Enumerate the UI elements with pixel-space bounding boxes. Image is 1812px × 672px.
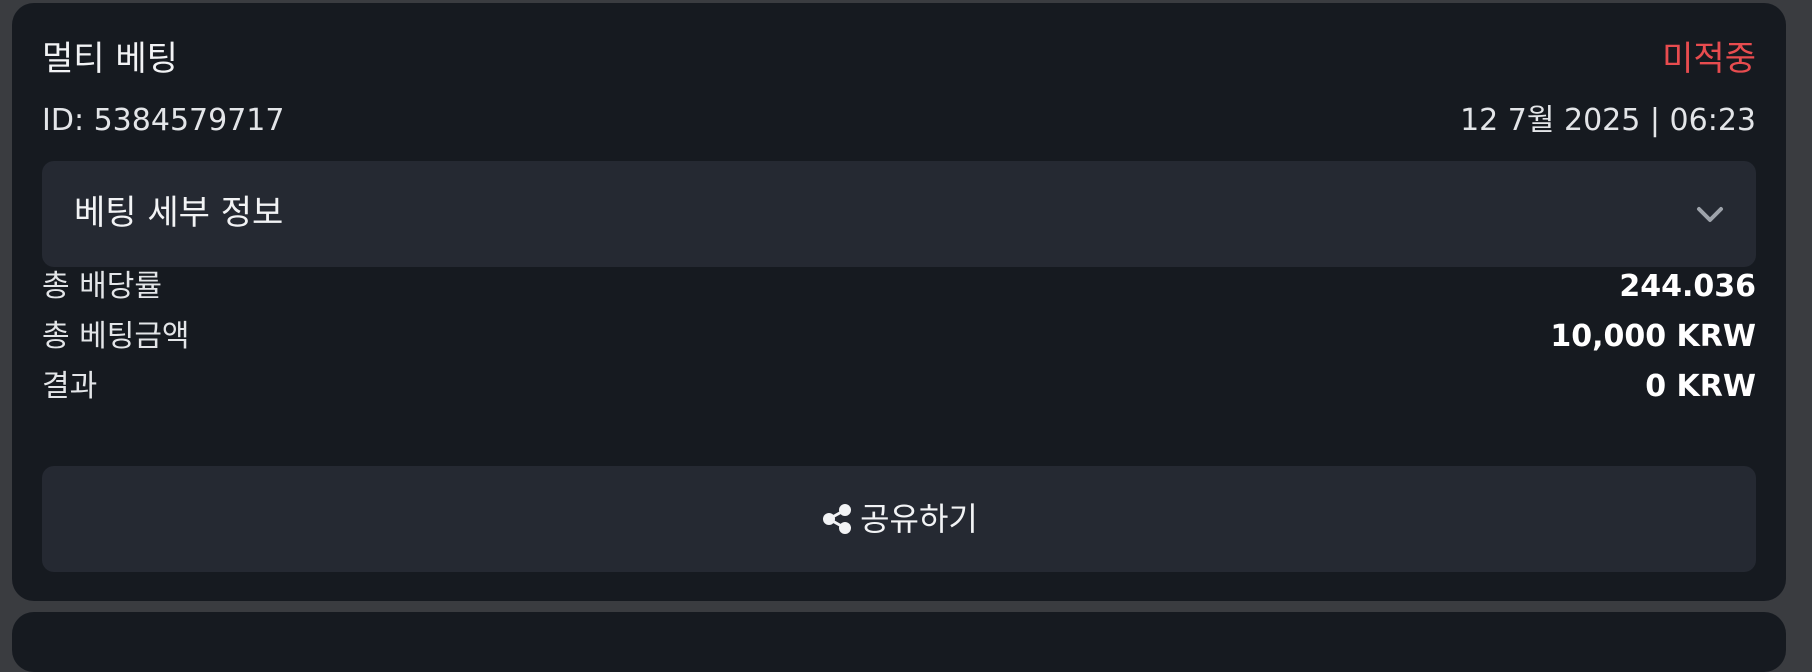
share-label: 공유하기 <box>860 500 978 538</box>
bet-id: ID: 5384579717 <box>42 103 285 138</box>
bet-datetime: 12 7월 2025 | 06:23 <box>1460 103 1756 138</box>
bet-details-label: 베팅 세부 정보 <box>74 193 284 233</box>
total-stake-value: 10,000 KRW <box>1550 319 1756 354</box>
bet-title: 멀티 베팅 <box>42 39 178 79</box>
bet-details-toggle[interactable]: 베팅 세부 정보 <box>42 161 1756 267</box>
result-label: 결과 <box>42 369 98 404</box>
total-odds-value: 244.036 <box>1619 269 1756 304</box>
total-stake-label: 총 베팅금액 <box>42 319 190 354</box>
share-button[interactable]: 공유하기 <box>42 466 1756 572</box>
chevron-down-icon <box>1697 207 1723 222</box>
bet-status: 미적중 <box>1662 39 1756 79</box>
share-icon <box>823 504 852 534</box>
next-bet-card <box>12 612 1786 672</box>
bet-card: 멀티 베팅 미적중 ID: 5384579717 12 7월 2025 | 06… <box>12 3 1786 601</box>
result-value: 0 KRW <box>1645 369 1756 404</box>
total-odds-label: 총 배당률 <box>42 269 162 304</box>
